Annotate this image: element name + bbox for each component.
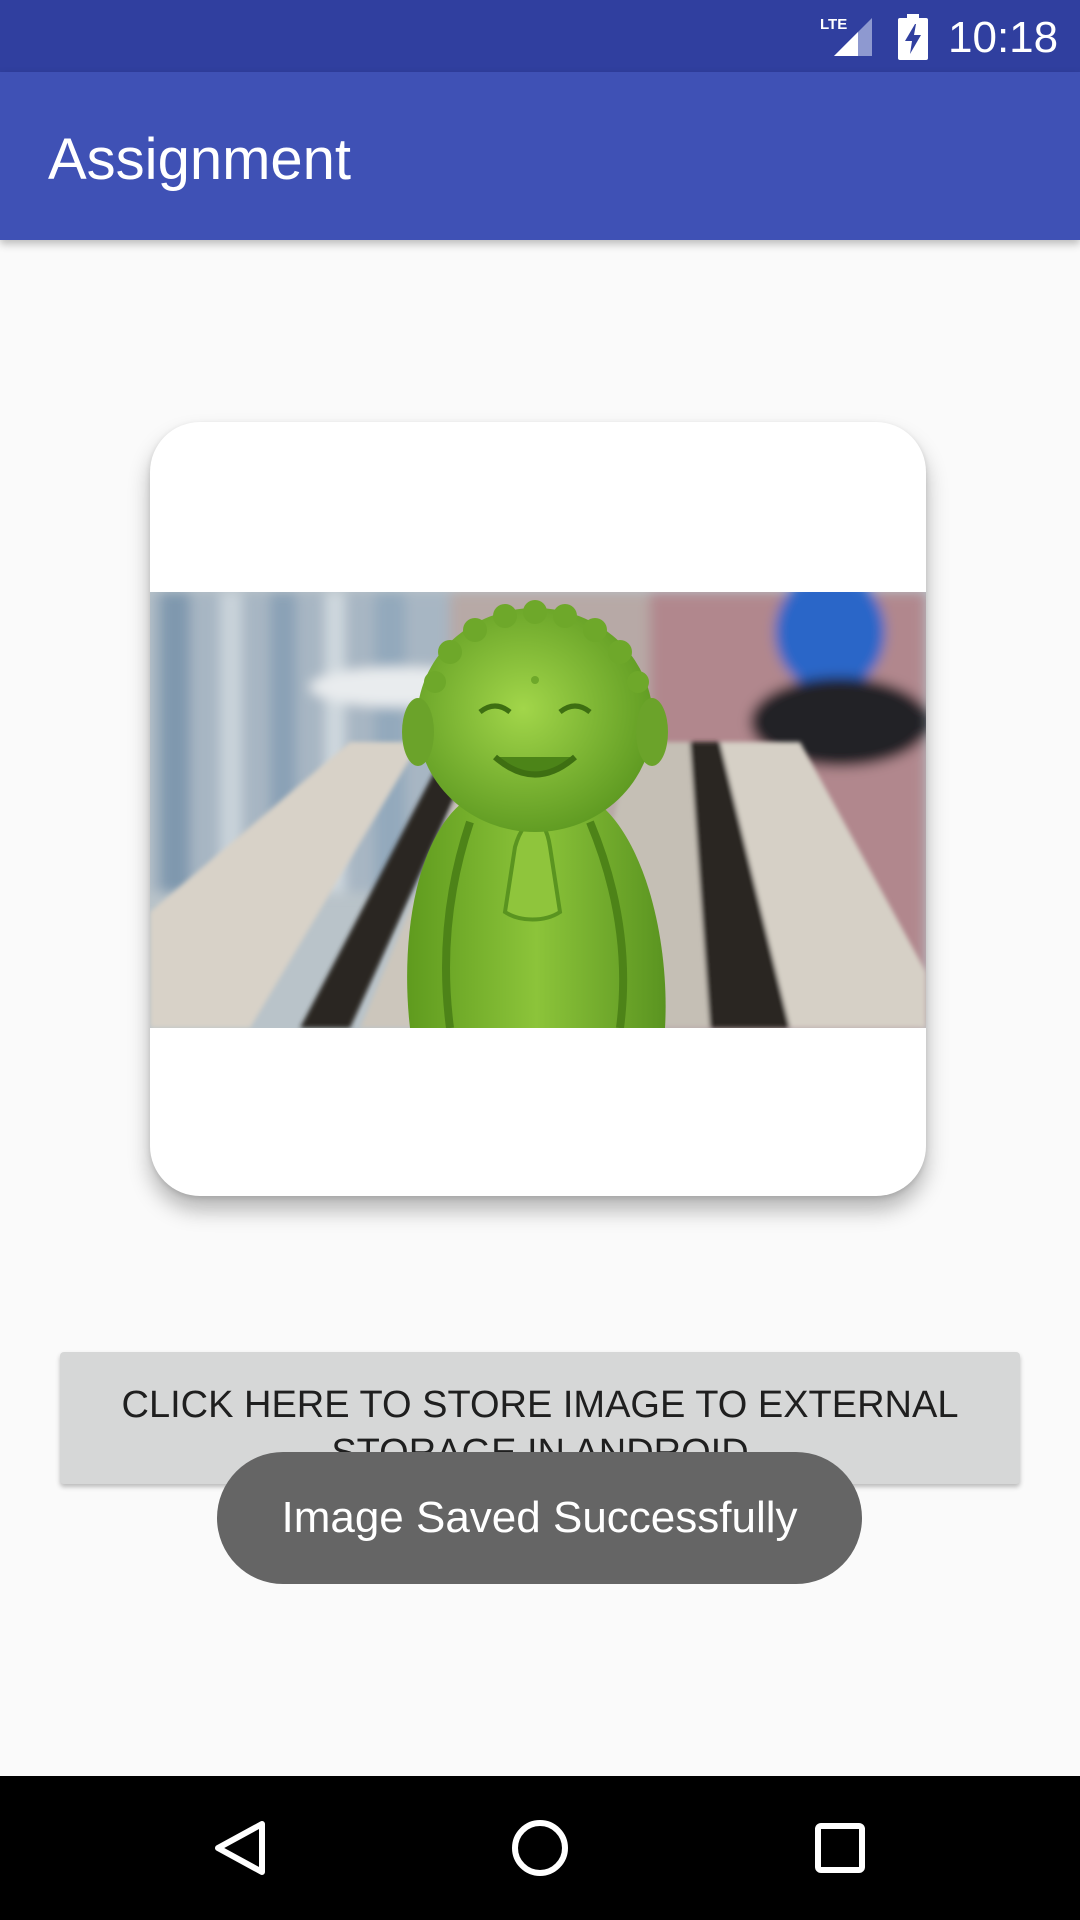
navigation-bar: [0, 1776, 1080, 1920]
lte-signal-icon: LTE: [820, 16, 872, 56]
back-icon[interactable]: [186, 1794, 294, 1902]
app-title: Assignment: [48, 127, 352, 192]
battery-charging-icon: [898, 14, 928, 60]
buddha-figurine-image: [150, 592, 926, 1028]
home-icon[interactable]: [486, 1794, 594, 1902]
app-bar: Assignment: [0, 72, 1080, 240]
toast-message: Image Saved Successfully: [217, 1452, 862, 1584]
status-time: 10:18: [948, 13, 1059, 62]
status-bar: LTE 10:18: [0, 0, 1080, 72]
recents-icon[interactable]: [786, 1794, 894, 1902]
network-label: LTE: [820, 16, 847, 33]
image-card: [150, 422, 926, 1196]
